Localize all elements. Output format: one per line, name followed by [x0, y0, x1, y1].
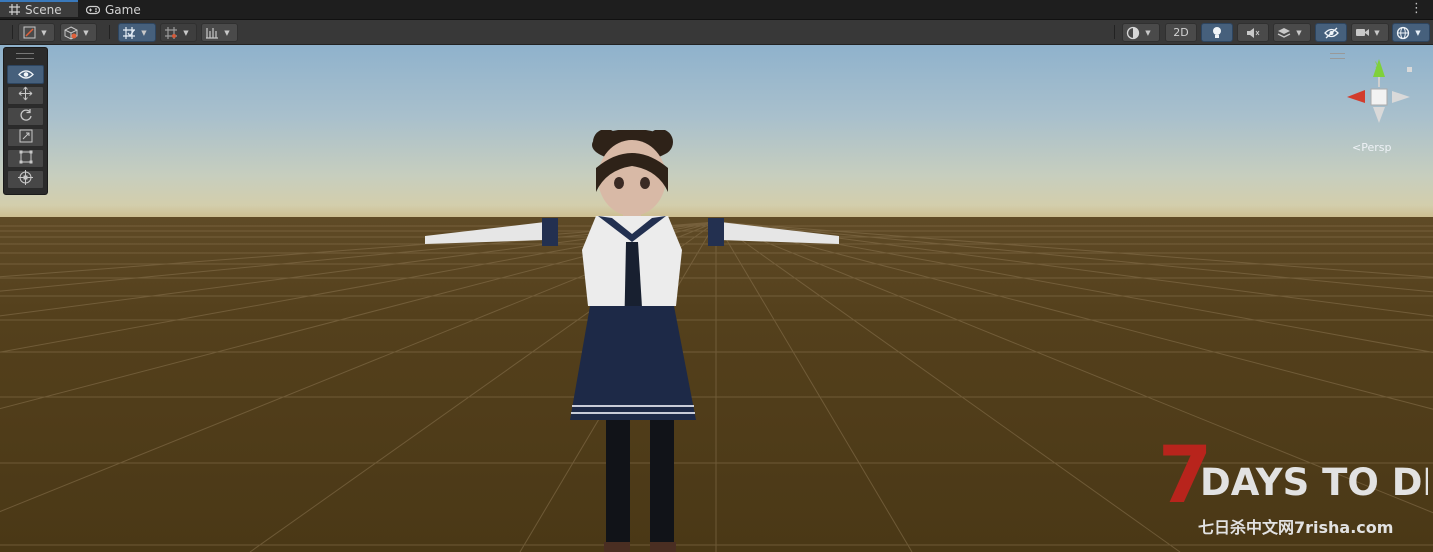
- tab-game[interactable]: Game: [86, 0, 156, 19]
- hash-grid-icon: [9, 4, 20, 15]
- tab-game-label: Game: [105, 2, 141, 17]
- increment-snapping-dropdown[interactable]: ▼: [160, 23, 197, 42]
- draw-mode-dropdown[interactable]: ▼: [60, 23, 97, 42]
- toolbar-separator: [12, 25, 13, 39]
- pivot-icon: [19, 24, 39, 41]
- gamepad-icon: [86, 5, 100, 15]
- projection-arrow-icon: <: [1352, 141, 1362, 154]
- chevron-down-icon: ▼: [1374, 28, 1380, 37]
- transform-tool-button[interactable]: [7, 170, 44, 189]
- rotate-tool-button[interactable]: [7, 107, 44, 126]
- tab-scene[interactable]: Scene: [0, 0, 78, 17]
- rect-transform-icon: [19, 149, 33, 168]
- chevron-down-icon: ▼: [1145, 28, 1151, 37]
- chevron-down-icon: ▼: [1296, 28, 1302, 37]
- shading-mode-dropdown[interactable]: ▼: [1122, 23, 1160, 42]
- scale-tool-button[interactable]: [7, 128, 44, 147]
- rotate-icon: [19, 107, 33, 126]
- projection-label: Persp: [1361, 141, 1392, 154]
- toggle-2d-button[interactable]: 2D: [1165, 23, 1197, 42]
- effects-dropdown[interactable]: ▼: [1273, 23, 1311, 42]
- eye-icon: [17, 65, 34, 84]
- tab-scene-label: Scene: [25, 2, 62, 17]
- ruler-dropdown[interactable]: ▼: [201, 23, 238, 42]
- scene-viewport[interactable]: y <Persp 7 DAYS TO DIE 七日杀中文网7risha.com: [0, 45, 1433, 552]
- chevron-down-icon: ▼: [224, 28, 230, 37]
- watermark-title: DAYS TO DIE: [1200, 461, 1428, 504]
- chevron-down-icon: ▼: [183, 28, 189, 37]
- watermark-subtitle: 七日杀中文网7risha.com: [1198, 518, 1393, 537]
- projection-toggle[interactable]: <Persp: [1352, 141, 1391, 154]
- lighting-toggle[interactable]: [1201, 23, 1233, 42]
- grid-snapping-toggle[interactable]: ▼: [118, 23, 156, 42]
- globe-icon: [1393, 24, 1413, 41]
- view-tool-button[interactable]: [7, 65, 44, 84]
- chevron-down-icon: ▼: [83, 28, 89, 37]
- tab-bar: Scene Game ⋮: [0, 0, 1433, 20]
- gizmos-dropdown[interactable]: ▼: [1392, 23, 1430, 42]
- overlay-drag-handle[interactable]: [16, 53, 34, 59]
- scale-icon: [19, 128, 33, 147]
- layers-icon: [1274, 24, 1294, 41]
- chevron-down-icon: ▼: [1415, 28, 1421, 37]
- grid-snap-icon: [119, 24, 139, 41]
- transform-tools-overlay: [3, 47, 48, 195]
- gizmo-axis-y-label: y: [1375, 59, 1380, 68]
- move-tool-button[interactable]: [7, 86, 44, 105]
- toolbar-separator: [1114, 25, 1115, 39]
- camera-icon: [1352, 24, 1372, 41]
- chevron-down-icon: ▼: [41, 28, 47, 37]
- toggle-2d-label: 2D: [1173, 26, 1189, 39]
- audio-toggle[interactable]: [1237, 23, 1269, 42]
- eye-hidden-icon: [1321, 24, 1341, 41]
- orientation-gizmo[interactable]: y: [1344, 57, 1414, 132]
- camera-settings-dropdown[interactable]: ▼: [1351, 23, 1389, 42]
- rect-tool-button[interactable]: [7, 149, 44, 168]
- ruler-icon: [202, 24, 222, 41]
- chevron-down-icon: ▼: [141, 28, 147, 37]
- gizmo-menu-icon[interactable]: [1330, 53, 1345, 59]
- scene-visibility-toggle[interactable]: [1315, 23, 1347, 42]
- lightbulb-icon: [1207, 24, 1227, 41]
- scene-toolbar: ▼ ▼ ▼ ▼ ▼ ▼ 2D ▼ ▼ ▼: [0, 20, 1433, 45]
- move-arrows-icon: [18, 86, 33, 105]
- grid-icon: [161, 24, 181, 41]
- toolbar-separator: [109, 25, 110, 39]
- more-options-icon[interactable]: ⋮: [1410, 2, 1423, 16]
- transform-all-icon: [18, 170, 33, 189]
- sphere-shading-icon: [1123, 24, 1143, 41]
- character-model[interactable]: [420, 130, 840, 552]
- watermark-logo: 7 DAYS TO DIE 七日杀中文网7risha.com: [1158, 431, 1428, 537]
- tool-handle-dropdown[interactable]: ▼: [18, 23, 55, 42]
- cube-icon: [61, 24, 81, 41]
- speaker-muted-icon: [1243, 24, 1263, 41]
